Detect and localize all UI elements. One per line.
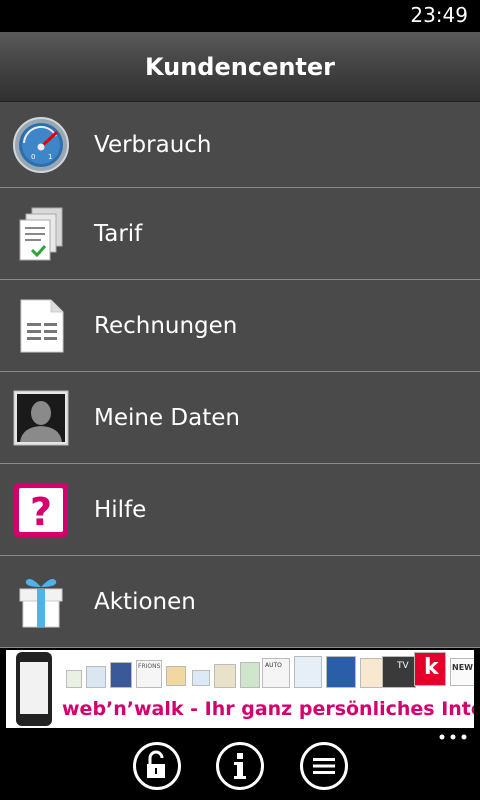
page-title: Kundencenter — [144, 52, 336, 81]
menu-item-meine-daten[interactable]: Meine Daten — [0, 372, 480, 464]
main-menu: 0 1 Verbrauch Tarif Rechnungen Meine Dat… — [0, 102, 480, 648]
menu-list-icon — [313, 758, 335, 774]
phone-image — [16, 652, 52, 726]
info-icon — [234, 753, 246, 779]
app-tiles-graphic: FRIONS AUTO TV k NEW — [64, 652, 474, 696]
banner-slogan: web’n’walk - Ihr ganz persönliches Inter… — [62, 698, 474, 720]
app-bar — [0, 730, 480, 800]
svg-text:?: ? — [30, 490, 52, 534]
banner-tile-label: k — [424, 655, 439, 680]
help-question-icon: ? — [14, 482, 68, 537]
clock: 23:49 — [410, 3, 468, 27]
unlock-icon — [147, 750, 165, 778]
menu-item-label: Verbrauch — [94, 131, 212, 158]
menu-button[interactable] — [300, 742, 348, 790]
tariff-documents-icon — [19, 207, 63, 260]
menu-item-label: Tarif — [94, 220, 143, 247]
banner-tile-label: NEW — [452, 663, 473, 672]
banner-tile-label: TV — [397, 661, 409, 671]
info-button[interactable] — [216, 742, 264, 790]
svg-text:1: 1 — [48, 153, 52, 161]
banner-tile-label: FRIONS — [138, 663, 161, 670]
menu-item-verbrauch[interactable]: 0 1 Verbrauch — [0, 102, 480, 188]
menu-item-label: Meine Daten — [94, 404, 240, 431]
profile-silhouette-icon — [13, 390, 69, 445]
menu-item-label: Hilfe — [94, 496, 147, 523]
gift-icon — [19, 578, 63, 627]
status-bar: 23:49 — [0, 0, 480, 32]
menu-item-aktionen[interactable]: Aktionen — [0, 556, 480, 648]
menu-item-rechnungen[interactable]: Rechnungen — [0, 280, 480, 372]
menu-item-label: Aktionen — [94, 588, 196, 615]
ad-banner[interactable]: FRIONS AUTO TV k NEW web’n’walk - Ihr ga… — [6, 650, 474, 728]
header: Kundencenter — [0, 32, 480, 102]
ellipsis-icon[interactable] — [438, 732, 468, 742]
banner-tile-label: AUTO — [265, 662, 282, 669]
speedometer-icon: 0 1 — [13, 116, 69, 173]
menu-item-hilfe[interactable]: ? Hilfe — [0, 464, 480, 556]
invoice-document-icon — [20, 299, 64, 352]
lock-button[interactable] — [133, 742, 181, 790]
menu-item-tarif[interactable]: Tarif — [0, 188, 480, 280]
menu-item-label: Rechnungen — [94, 312, 238, 339]
svg-text:0: 0 — [31, 153, 35, 161]
